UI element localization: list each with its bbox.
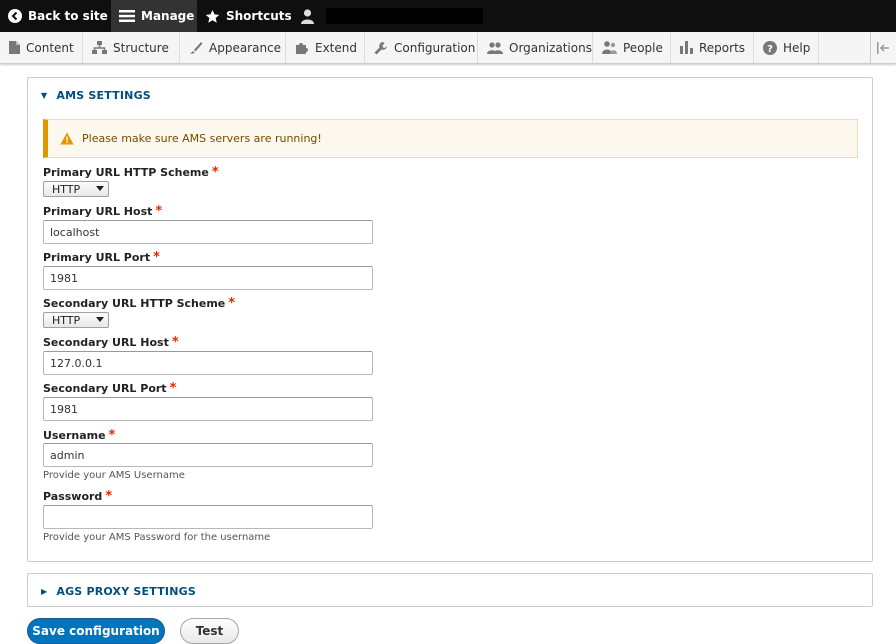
manage-tab[interactable]: Manage — [111, 0, 197, 32]
chevron-down-icon — [96, 186, 104, 191]
tray-item-label: Content — [26, 40, 74, 55]
ags-proxy-settings-summary[interactable]: ▶ AGS PROXY SETTINGS — [41, 585, 196, 598]
redacted-username — [326, 8, 483, 24]
password-label: Password * — [43, 489, 113, 504]
bar-chart-icon — [680, 41, 693, 54]
username-input[interactable]: admin — [43, 443, 373, 467]
password-input[interactable] — [43, 505, 373, 529]
password-description: Provide your AMS Password for the userna… — [43, 532, 271, 543]
puzzle-icon — [296, 42, 308, 54]
tray-item-label: People — [623, 40, 663, 55]
shortcuts-tab[interactable]: Shortcuts — [197, 0, 293, 32]
tray-item-organizations[interactable]: Organizations — [478, 32, 593, 63]
secondary-port-label: Secondary URL Port * — [43, 381, 177, 396]
username-description: Provide your AMS Username — [43, 470, 185, 481]
manage-label: Manage — [141, 9, 195, 23]
user-icon — [301, 8, 314, 24]
secondary-port-input[interactable]: 1981 — [43, 397, 373, 421]
tray-item-label: Help — [783, 40, 811, 55]
tray-item-people[interactable]: People — [593, 32, 671, 63]
primary-port-input[interactable]: 1981 — [43, 266, 373, 290]
required-marker: * — [155, 204, 163, 219]
primary-scheme-label: Primary URL HTTP Scheme * — [43, 165, 219, 180]
ags-proxy-settings-title: AGS PROXY SETTINGS — [56, 585, 196, 598]
back-arrow-icon — [8, 9, 22, 23]
tray-item-configuration[interactable]: Configuration — [365, 32, 478, 63]
admin-menu-tray: Content Structure Appearance Extend Conf… — [0, 32, 896, 64]
required-marker: * — [108, 428, 116, 443]
menu-icon — [119, 10, 135, 22]
sitemap-icon — [92, 41, 107, 54]
username-label: Username * — [43, 428, 116, 443]
tray-item-help[interactable]: ? Help — [754, 32, 819, 63]
required-marker: * — [228, 296, 236, 311]
primary-scheme-select[interactable]: HTTP — [43, 181, 109, 197]
test-button[interactable]: Test — [180, 618, 239, 644]
group-icon — [487, 41, 503, 54]
secondary-host-input[interactable]: 127.0.0.1 — [43, 351, 373, 375]
secondary-host-label: Secondary URL Host * — [43, 335, 179, 350]
ams-settings-details: ▼ AMS SETTINGS Please make sure AMS serv… — [27, 77, 873, 562]
required-marker: * — [105, 489, 113, 504]
tray-item-content[interactable]: Content — [0, 32, 83, 63]
primary-port-label: Primary URL Port * — [43, 250, 160, 265]
warning-text: Please make sure AMS servers are running… — [82, 132, 322, 145]
star-icon — [205, 9, 220, 23]
tray-item-appearance[interactable]: Appearance — [180, 32, 286, 63]
back-to-site-label: Back to site — [28, 9, 108, 23]
ams-settings-title: AMS SETTINGS — [56, 89, 151, 102]
help-icon: ? — [763, 40, 777, 55]
tray-orientation-toggle[interactable] — [870, 32, 896, 63]
file-icon — [9, 41, 20, 54]
ags-proxy-settings-details: ▶ AGS PROXY SETTINGS — [27, 573, 873, 607]
tray-item-label: Reports — [699, 40, 746, 55]
save-configuration-button[interactable]: Save configuration — [27, 618, 165, 644]
tray-item-label: Structure — [113, 40, 169, 55]
chevron-down-icon — [96, 317, 104, 322]
required-marker: * — [153, 250, 160, 265]
admin-toolbar: Back to site Manage Shortcuts — [0, 0, 896, 32]
svg-text:?: ? — [767, 44, 773, 55]
collapse-left-icon — [876, 41, 889, 54]
expanded-triangle-icon: ▼ — [41, 91, 48, 100]
secondary-scheme-select[interactable]: HTTP — [43, 312, 109, 328]
back-to-site-link[interactable]: Back to site — [0, 0, 110, 32]
tray-item-label: Appearance — [209, 40, 282, 55]
primary-host-input[interactable]: localhost — [43, 220, 373, 244]
secondary-scheme-label: Secondary URL HTTP Scheme * — [43, 296, 236, 311]
required-marker: * — [211, 165, 219, 180]
tray-item-label: Configuration — [394, 40, 476, 55]
tray-item-label: Extend — [315, 40, 357, 55]
collapsed-triangle-icon: ▶ — [41, 587, 48, 596]
required-marker: * — [169, 381, 177, 396]
tray-item-structure[interactable]: Structure — [83, 32, 180, 63]
required-marker: * — [171, 335, 179, 350]
warning-message: Please make sure AMS servers are running… — [43, 119, 858, 158]
primary-host-label: Primary URL Host * — [43, 204, 163, 219]
wrench-icon — [374, 41, 387, 54]
warning-icon — [60, 132, 74, 145]
brush-icon — [190, 41, 203, 54]
ams-settings-summary[interactable]: ▼ AMS SETTINGS — [41, 89, 151, 102]
shortcuts-label: Shortcuts — [226, 9, 292, 23]
tray-item-extend[interactable]: Extend — [286, 32, 365, 63]
tray-item-reports[interactable]: Reports — [671, 32, 754, 63]
tray-item-label: Organizations — [509, 40, 592, 55]
people-icon — [602, 41, 617, 54]
user-tab[interactable] — [293, 0, 493, 32]
